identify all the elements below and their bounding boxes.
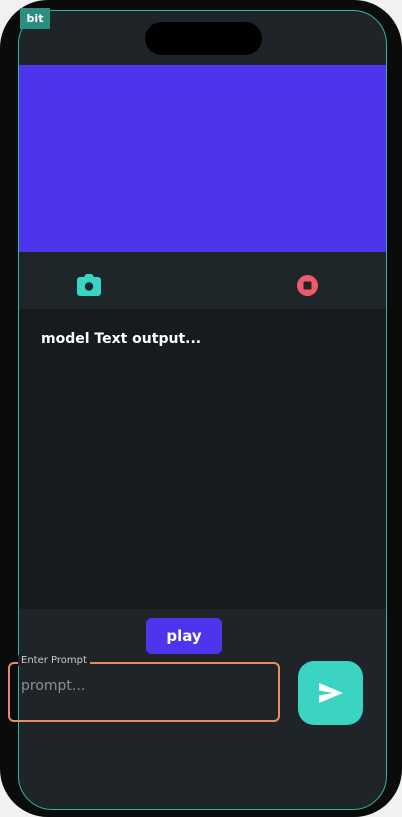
- model-output-text: model Text output...: [41, 331, 202, 347]
- phone-frame: model Text output... bit play Enter Prom…: [0, 0, 402, 817]
- prompt-input[interactable]: [19, 674, 268, 698]
- stop-button[interactable]: [297, 275, 318, 296]
- model-output-panel: model Text output...: [19, 309, 386, 609]
- prompt-field[interactable]: Enter Prompt: [8, 655, 280, 722]
- play-button[interactable]: play: [146, 618, 222, 654]
- camera-controls-bar: [19, 252, 386, 309]
- prompt-label: Enter Prompt: [18, 655, 90, 666]
- debug-badge: bit: [20, 8, 50, 29]
- dynamic-island: [145, 22, 262, 55]
- stop-icon: [297, 275, 318, 296]
- camera-button[interactable]: [77, 274, 101, 296]
- send-icon: [318, 683, 343, 703]
- send-button[interactable]: [298, 661, 363, 725]
- camera-preview: [19, 65, 386, 252]
- camera-icon: [77, 274, 101, 296]
